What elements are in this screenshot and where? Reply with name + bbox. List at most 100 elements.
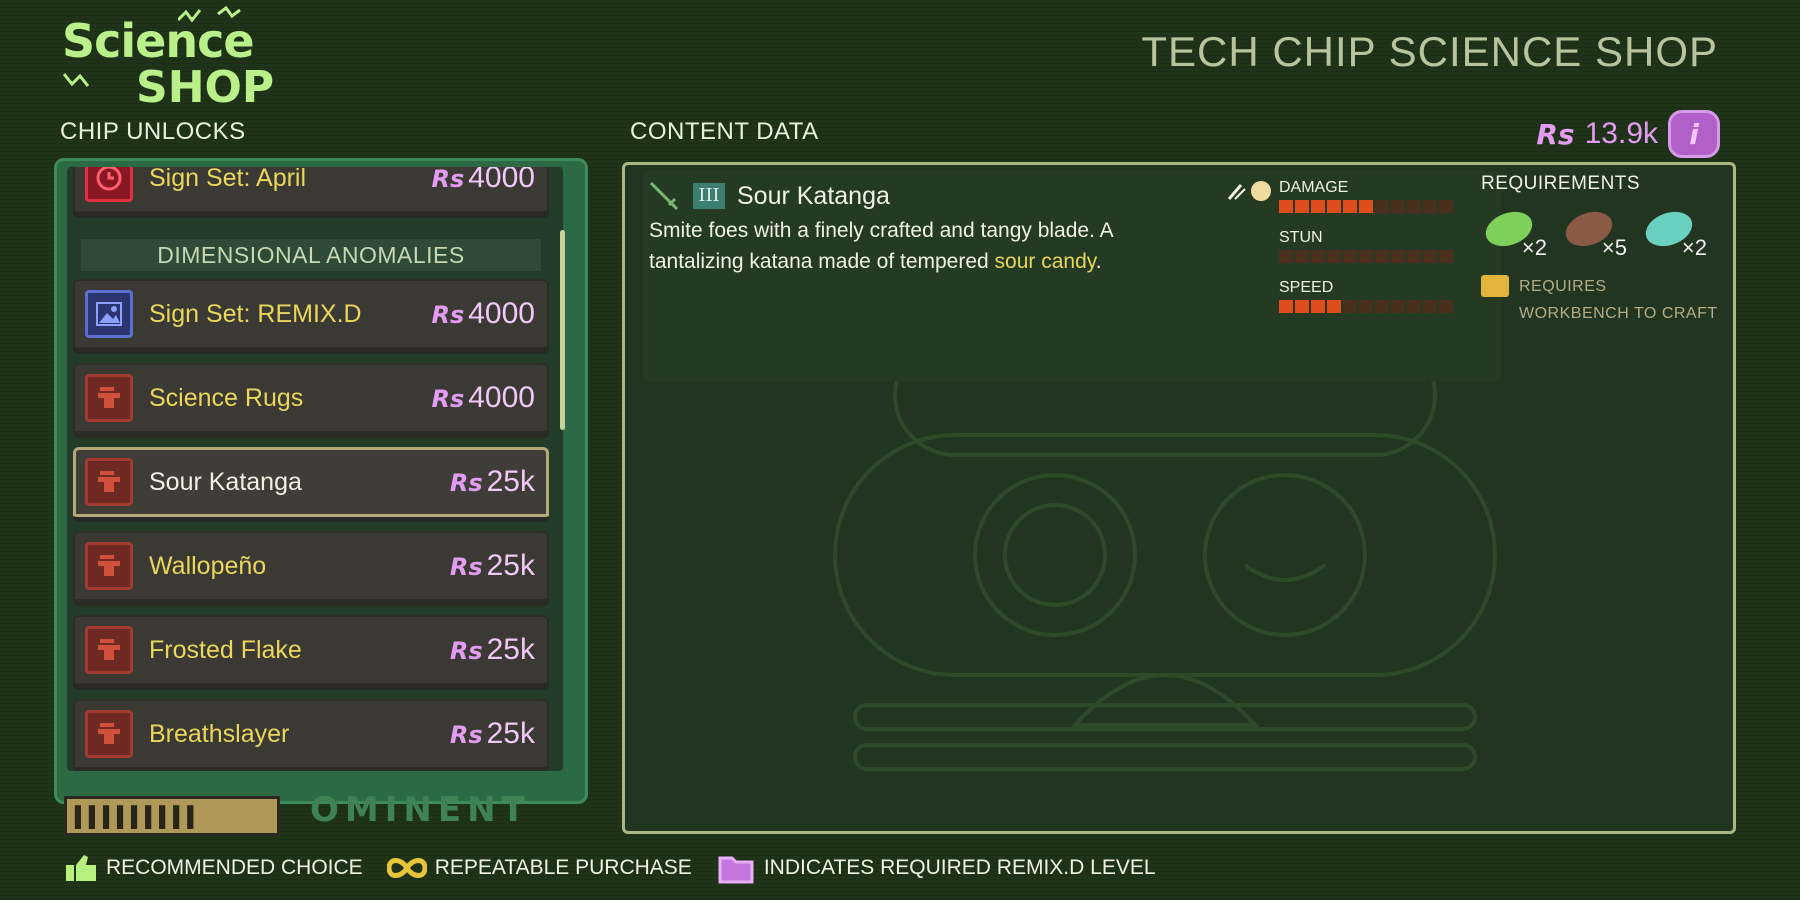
katana-icon — [649, 181, 679, 211]
chip-price-value: 4000 — [468, 167, 535, 194]
stat-segment — [1327, 250, 1341, 263]
picture-icon — [85, 290, 133, 338]
stat-segment — [1311, 200, 1325, 213]
chip-item-sign-set-remixd[interactable]: Sign Set: REMIX.D Rs 4000 — [73, 279, 549, 354]
item-title: III Sour Katanga — [647, 179, 890, 213]
legend-label: RECOMMENDED CHOICE — [106, 856, 363, 879]
stat-label-speed: SPEED — [1279, 279, 1334, 296]
stat-bar-stun — [1279, 250, 1479, 263]
stat-segment — [1439, 250, 1453, 263]
legend-remixd: INDICATES REQUIRED REMIX.D LEVEL — [716, 850, 1156, 886]
chip-list-scrollbar[interactable] — [560, 230, 565, 430]
chip-price: Rs 4000 — [431, 167, 535, 195]
stat-segment — [1439, 300, 1453, 313]
infinity-icon — [386, 858, 427, 878]
chip-price-value: 25k — [486, 717, 535, 750]
requirement-item: ×2 — [1641, 205, 1707, 260]
currency-display: Rs 13.9k i — [1536, 110, 1720, 158]
chip-name: Sign Set: REMIX.D — [149, 299, 362, 328]
stat-segment — [1359, 200, 1373, 213]
legend-label: REPEATABLE PURCHASE — [434, 856, 692, 879]
stat-segment — [1295, 300, 1309, 313]
shop-title: TECH CHIP SCIENCE SHOP — [1141, 28, 1718, 75]
chip-price: Rs 4000 — [431, 297, 535, 331]
chip-price: Rs 25k — [450, 549, 535, 583]
requirement-item: ×2 — [1481, 205, 1547, 260]
info-badge[interactable]: i — [1668, 110, 1720, 158]
tier-badge: III — [693, 183, 725, 209]
chip-list[interactable]: Sign Set: April Rs 4000 DIMENSIONAL ANOMA… — [67, 167, 563, 771]
brand-text: OMINENT — [310, 790, 531, 830]
squiggle-icon — [62, 73, 90, 87]
workbench-icon — [85, 626, 133, 674]
chip-item-wallopeno[interactable]: Wallopeño Rs 25k — [73, 531, 549, 606]
sparkle-icon — [178, 6, 241, 23]
stat-label-stun: STUN — [1279, 229, 1323, 246]
stat-segment — [1407, 300, 1421, 313]
legend-recommended: RECOMMENDED CHOICE — [64, 853, 363, 883]
chip-price: Rs 4000 — [431, 381, 535, 415]
stat-segment — [1327, 200, 1341, 213]
rs-symbol: Rs — [449, 553, 483, 581]
rs-symbol: Rs — [431, 167, 465, 193]
chip-item-science-rugs[interactable]: Science Rugs Rs 4000 — [73, 363, 549, 438]
requirement-qty: ×2 — [1681, 235, 1707, 260]
footer-legend: RECOMMENDED CHOICE REPEATABLE PURCHASE I… — [64, 850, 1168, 886]
stat-segment — [1391, 200, 1405, 213]
stat-segment — [1407, 200, 1421, 213]
rs-symbol: Rs — [431, 301, 465, 329]
workbench-icon — [85, 458, 133, 506]
content-data-label: CONTENT DATA — [630, 118, 819, 145]
stat-segment — [1375, 250, 1389, 263]
chip-item-frosted-flake[interactable]: Frosted Flake Rs 25k — [73, 615, 549, 690]
workbench-icon — [1481, 275, 1509, 297]
chip-price-value: 25k — [486, 633, 535, 666]
chip-price-value: 25k — [486, 549, 535, 582]
workbench-icon — [85, 710, 133, 758]
chip-item-sign-set-april[interactable]: Sign Set: April Rs 4000 — [73, 167, 549, 218]
stat-segment — [1375, 300, 1389, 313]
chip-price-value: 4000 — [468, 297, 535, 330]
requirement-qty: ×5 — [1601, 235, 1627, 260]
stat-segment — [1439, 200, 1453, 213]
chip-item-breathslayer[interactable]: Breathslayer Rs 25k — [73, 699, 549, 771]
stat-segment — [1343, 300, 1357, 313]
category-header: DIMENSIONAL ANOMALIES — [81, 239, 541, 271]
legend-label: INDICATES REQUIRED REMIX.D LEVEL — [763, 856, 1156, 879]
stat-segment — [1423, 250, 1437, 263]
rs-symbol: Rs — [449, 469, 483, 497]
workbench-requirement: REQUIRES WORKBENCH TO CRAFT — [1481, 273, 1721, 327]
barcode-decoration: ▌▌▌▌▌▌▌▌▌ — [64, 796, 280, 836]
chip-unlocks-panel: Sign Set: April Rs 4000 DIMENSIONAL ANOMA… — [54, 158, 588, 804]
remix-folder-icon — [718, 856, 754, 884]
content-data-panel: III Sour Katanga Smite foes with a finel… — [622, 162, 1736, 834]
chip-price: Rs 25k — [450, 465, 535, 499]
stat-segment — [1295, 250, 1309, 263]
chip-price-value: 4000 — [468, 381, 535, 414]
calendar-icon — [85, 167, 133, 202]
workbench-icon — [85, 374, 133, 422]
chip-name: Wallopeño — [149, 551, 267, 580]
stat-segment — [1407, 250, 1421, 263]
stat-segment — [1391, 300, 1405, 313]
item-name: Sour Katanga — [737, 181, 890, 210]
chip-item-sour-katanga[interactable]: Sour Katanga Rs 25k — [73, 447, 549, 522]
stat-segment — [1375, 200, 1389, 213]
requirement-qty: ×2 — [1521, 235, 1547, 260]
chip-name: Sour Katanga — [149, 467, 302, 496]
item-stats: DAMAGE STUN SPEED — [1227, 179, 1479, 329]
stat-segment — [1311, 250, 1325, 263]
currency-symbol: Rs — [1536, 117, 1575, 151]
chip-name: Sign Set: April — [149, 167, 307, 192]
rs-symbol: Rs — [431, 385, 465, 413]
workbench-text: REQUIRES WORKBENCH TO CRAFT — [1519, 278, 1718, 322]
logo-line2: SHOP — [136, 62, 275, 113]
item-description-highlight: sour candy — [994, 250, 1096, 273]
requirements-title: REQUIREMENTS — [1481, 173, 1641, 194]
thumbs-up-icon — [66, 855, 96, 881]
science-shop-logo: Science SHOP — [58, 6, 308, 114]
chip-name: Science Rugs — [149, 383, 304, 412]
stat-bar-damage — [1279, 200, 1479, 213]
stat-segment — [1359, 300, 1373, 313]
rs-symbol: Rs — [449, 637, 483, 665]
